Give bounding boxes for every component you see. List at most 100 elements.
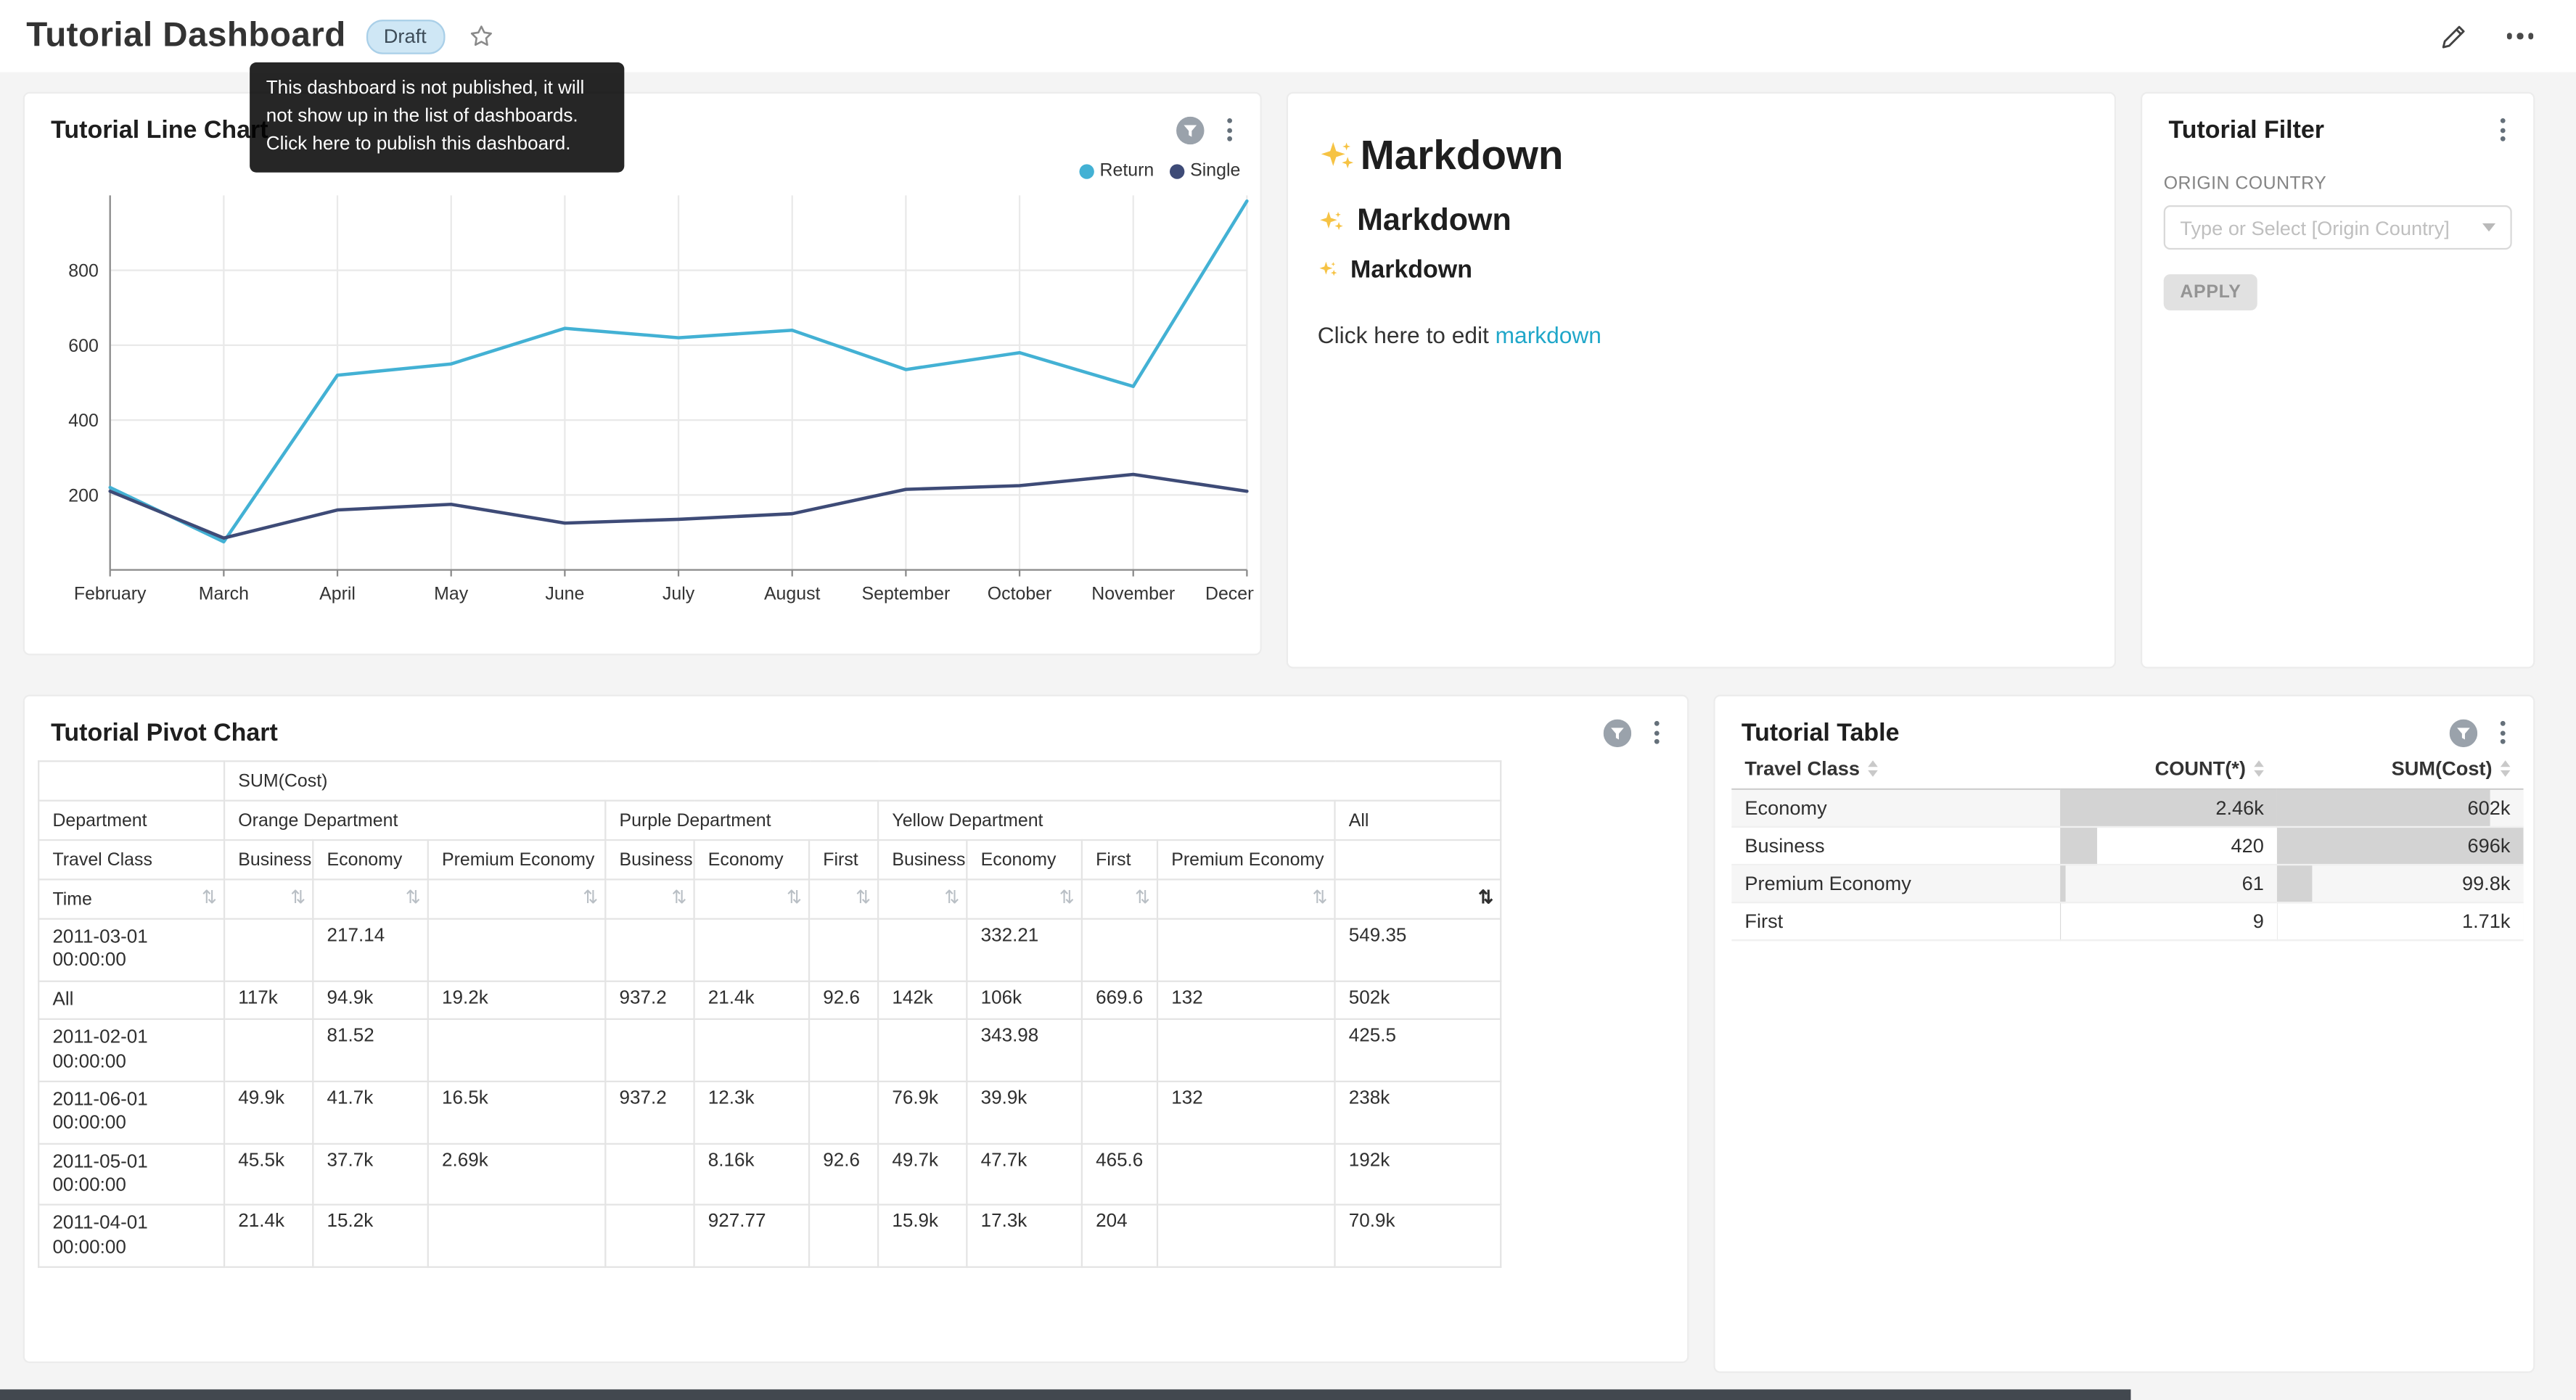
pivot-cell[interactable]: 17.3k — [967, 1206, 1081, 1267]
pivot-cell[interactable]: 49.7k — [878, 1143, 967, 1205]
sum-cell[interactable]: 99.8k — [2277, 865, 2524, 902]
more-actions-icon[interactable] — [2503, 27, 2536, 46]
pivot-cell[interactable]: 937.2 — [605, 981, 694, 1019]
pivot-cell[interactable] — [1157, 1143, 1335, 1205]
pivot-cell[interactable]: 16.5k — [428, 1082, 606, 1143]
pivot-class-header[interactable]: Premium Economy — [1157, 840, 1335, 879]
pivot-class-header[interactable]: Economy — [694, 840, 809, 879]
pivot-class-header[interactable]: Economy — [313, 840, 427, 879]
pivot-class-header[interactable]: Business — [878, 840, 967, 879]
pivot-cell[interactable]: 47.7k — [967, 1143, 1081, 1205]
kebab-menu-icon[interactable] — [1222, 115, 1236, 144]
pivot-cell[interactable] — [605, 1019, 694, 1081]
pivot-cell[interactable]: 39.9k — [967, 1082, 1081, 1143]
pivot-cell[interactable]: 132 — [1157, 981, 1335, 1019]
pivot-cell[interactable] — [1082, 919, 1157, 981]
count-cell[interactable]: 2.46k — [2060, 789, 2277, 827]
sort-icon[interactable]: ⇅ — [1312, 890, 1327, 908]
pivot-cell[interactable]: 76.9k — [878, 1082, 967, 1143]
pivot-cell[interactable] — [809, 1082, 878, 1143]
pivot-cell[interactable] — [428, 1206, 606, 1267]
pivot-cell[interactable]: 937.2 — [605, 1082, 694, 1143]
pivot-cell[interactable] — [1082, 1082, 1157, 1143]
sum-cell[interactable]: 1.71k — [2277, 902, 2524, 940]
pivot-cell[interactable] — [1082, 1019, 1157, 1081]
apply-button[interactable]: APPLY — [2164, 274, 2257, 310]
pivot-cell[interactable]: 21.4k — [224, 1206, 313, 1267]
pivot-class-header[interactable]: Economy — [967, 840, 1081, 879]
pivot-cell[interactable] — [224, 1019, 313, 1081]
pivot-cell[interactable]: 81.52 — [313, 1019, 427, 1081]
pivot-cell[interactable]: 49.9k — [224, 1082, 313, 1143]
pivot-cell[interactable] — [1157, 1206, 1335, 1267]
pivot-cell[interactable]: 37.7k — [313, 1143, 427, 1205]
pivot-cell[interactable]: 669.6 — [1082, 981, 1157, 1019]
favorite-star-icon[interactable] — [467, 23, 493, 49]
pivot-class-header[interactable]: Premium Economy — [428, 840, 606, 879]
pivot-class-header[interactable]: Business — [224, 840, 313, 879]
pivot-department-header[interactable]: Purple Department — [605, 801, 878, 840]
sort-icon[interactable]: ⇅ — [944, 890, 959, 908]
sort-icon[interactable] — [2254, 760, 2264, 777]
pivot-cell[interactable]: 192k — [1335, 1143, 1501, 1205]
col-header-sum[interactable]: SUM(Cost) — [2277, 752, 2524, 789]
sort-icon[interactable]: ⇅ — [1478, 890, 1493, 908]
kebab-menu-icon[interactable] — [2495, 717, 2510, 747]
pivot-department-header[interactable]: Yellow Department — [878, 801, 1334, 840]
sum-cell[interactable]: 696k — [2277, 827, 2524, 865]
pivot-cell[interactable]: 117k — [224, 981, 313, 1019]
pivot-class-header[interactable]: Business — [605, 840, 694, 879]
sort-icon[interactable]: ⇅ — [202, 890, 217, 908]
pivot-cell[interactable]: 549.35 — [1335, 919, 1501, 981]
travel-class-cell[interactable]: Premium Economy — [1731, 865, 2060, 902]
pivot-cell[interactable] — [809, 1019, 878, 1081]
sort-icon[interactable]: ⇅ — [787, 890, 802, 908]
pivot-cell[interactable]: 332.21 — [967, 919, 1081, 981]
pivot-cell[interactable]: 927.77 — [694, 1206, 809, 1267]
sort-icon[interactable] — [2501, 760, 2511, 777]
pivot-cell[interactable] — [428, 919, 606, 981]
count-cell[interactable]: 61 — [2060, 865, 2277, 902]
count-cell[interactable]: 420 — [2060, 827, 2277, 865]
pivot-cell[interactable]: 502k — [1335, 981, 1501, 1019]
sort-icon[interactable]: ⇅ — [406, 890, 421, 908]
pivot-cell[interactable]: 92.6 — [809, 1143, 878, 1205]
pivot-cell[interactable]: 465.6 — [1082, 1143, 1157, 1205]
cross-filter-icon[interactable] — [1604, 719, 1631, 746]
pivot-cell[interactable]: 132 — [1157, 1082, 1335, 1143]
pivot-cell[interactable]: 8.16k — [694, 1143, 809, 1205]
pivot-cell[interactable]: 15.2k — [313, 1206, 427, 1267]
pivot-department-header[interactable]: All — [1335, 801, 1501, 840]
legend-item-return[interactable]: Return — [1080, 161, 1154, 181]
sort-icon[interactable] — [1868, 760, 1878, 777]
pivot-cell[interactable]: 19.2k — [428, 981, 606, 1019]
sum-cell[interactable]: 602k — [2277, 789, 2524, 827]
pivot-cell[interactable] — [694, 919, 809, 981]
sort-icon[interactable]: ⇅ — [290, 890, 305, 908]
pivot-cell[interactable]: 425.5 — [1335, 1019, 1501, 1081]
pivot-cell[interactable] — [878, 919, 967, 981]
col-header-count[interactable]: COUNT(*) — [2060, 752, 2277, 789]
travel-class-cell[interactable]: Business — [1731, 827, 2060, 865]
pivot-cell[interactable]: 94.9k — [313, 981, 427, 1019]
pivot-cell[interactable]: 21.4k — [694, 981, 809, 1019]
sort-icon[interactable]: ⇅ — [583, 890, 598, 908]
kebab-menu-icon[interactable] — [1649, 717, 1664, 747]
sort-icon[interactable]: ⇅ — [856, 890, 871, 908]
legend-item-single[interactable]: Single — [1170, 161, 1240, 181]
sort-icon[interactable]: ⇅ — [1059, 890, 1075, 908]
pivot-cell[interactable]: 12.3k — [694, 1082, 809, 1143]
pivot-cell[interactable]: 92.6 — [809, 981, 878, 1019]
sort-icon[interactable]: ⇅ — [1135, 890, 1150, 908]
pivot-cell[interactable]: 45.5k — [224, 1143, 313, 1205]
pivot-cell[interactable]: 41.7k — [313, 1082, 427, 1143]
pivot-cell[interactable]: 204 — [1082, 1206, 1157, 1267]
pivot-cell[interactable]: 106k — [967, 981, 1081, 1019]
pivot-cell[interactable] — [878, 1019, 967, 1081]
pivot-cell[interactable] — [605, 1143, 694, 1205]
origin-country-select[interactable]: Type or Select [Origin Country] — [2164, 205, 2512, 250]
edit-pencil-icon[interactable] — [2439, 22, 2466, 50]
pivot-cell[interactable] — [694, 1019, 809, 1081]
pivot-cell[interactable]: 343.98 — [967, 1019, 1081, 1081]
sort-icon[interactable]: ⇅ — [671, 890, 686, 908]
